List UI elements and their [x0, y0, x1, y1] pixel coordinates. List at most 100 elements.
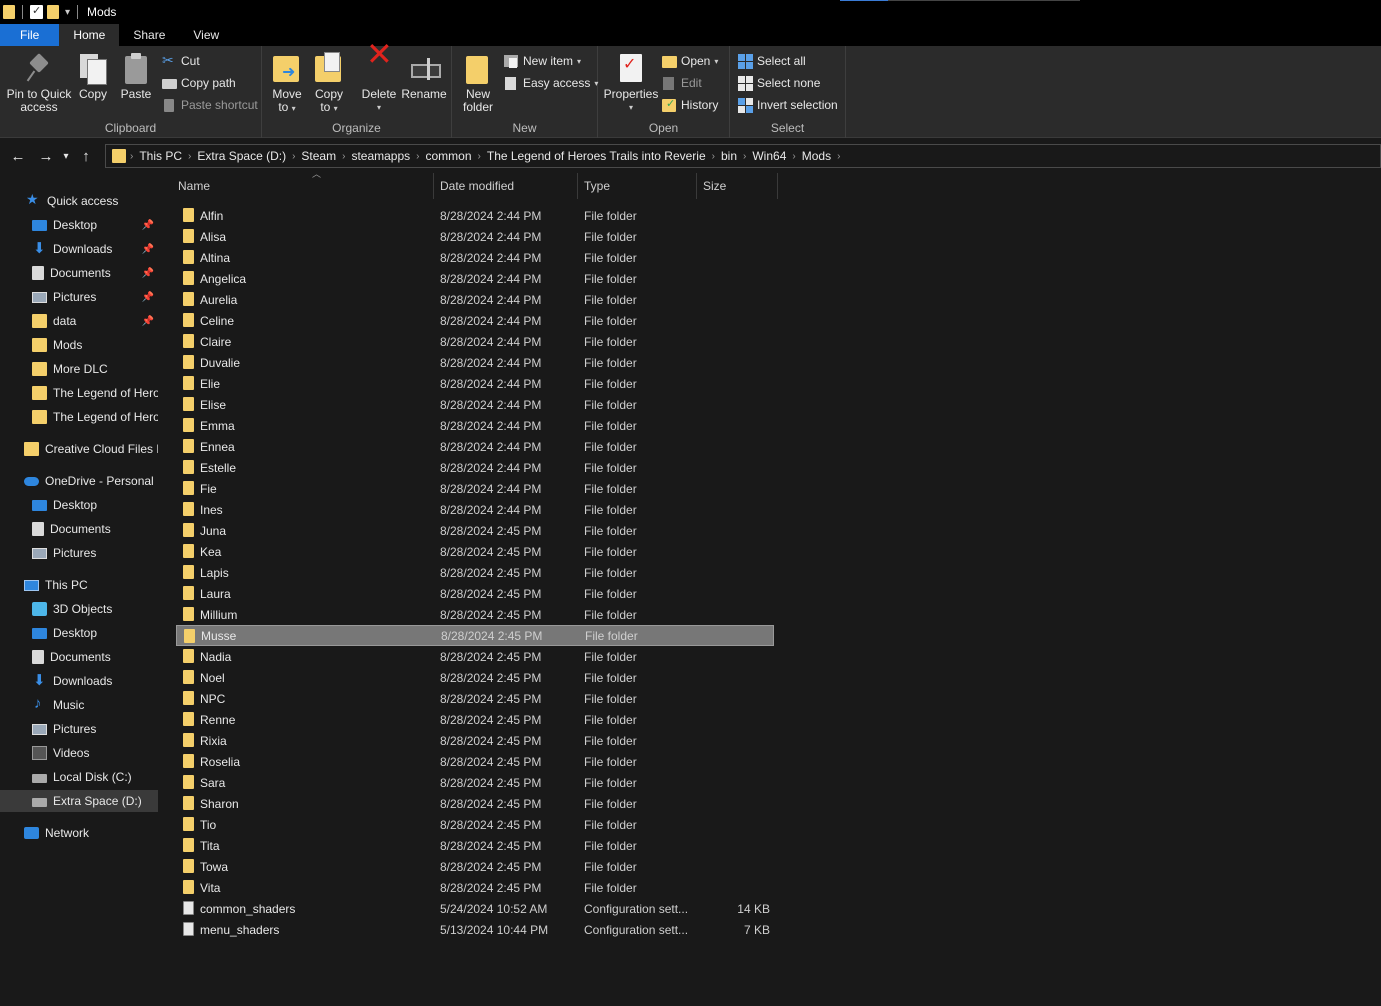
pin-to-quick-access-button[interactable]: Pin to Quick access: [6, 52, 72, 114]
copy-to-button[interactable]: Copy to ▾: [312, 52, 346, 115]
sidebar-item-extra-space-d[interactable]: Extra Space (D:): [0, 790, 158, 812]
file-row[interactable]: Towa 8/28/2024 2:45 PM File folder: [176, 856, 774, 877]
sidebar-item-pc-downloads[interactable]: Downloads: [0, 670, 158, 692]
sidebar-item-creative-cloud[interactable]: Creative Cloud Files P: [0, 438, 158, 460]
file-row[interactable]: Kea 8/28/2024 2:45 PM File folder: [176, 541, 774, 562]
sidebar-item-desktop[interactable]: Desktop 📌: [0, 214, 158, 236]
pin-icon[interactable]: 📌: [142, 220, 154, 231]
breadcrumb-bin[interactable]: bin: [715, 149, 743, 163]
breadcrumb-chevron-icon[interactable]: ›: [837, 151, 840, 162]
sidebar-item-mods[interactable]: Mods: [0, 334, 158, 356]
file-row[interactable]: Rixia 8/28/2024 2:45 PM File folder: [176, 730, 774, 751]
history-button[interactable]: History: [662, 96, 718, 114]
breadcrumb-steam[interactable]: Steam: [295, 149, 342, 163]
file-row[interactable]: Juna 8/28/2024 2:45 PM File folder: [176, 520, 774, 541]
sidebar-item-pictures[interactable]: Pictures 📌: [0, 286, 158, 308]
file-row[interactable]: Ennea 8/28/2024 2:44 PM File folder: [176, 436, 774, 457]
file-row[interactable]: Tita 8/28/2024 2:45 PM File folder: [176, 835, 774, 856]
copy-path-button[interactable]: Copy path: [162, 74, 236, 92]
properties-quick-icon[interactable]: [30, 4, 43, 19]
pin-icon[interactable]: 📌: [142, 244, 154, 255]
edit-button[interactable]: Edit: [662, 74, 702, 92]
recent-locations-chevron-icon[interactable]: ▾: [60, 151, 72, 162]
tab-file[interactable]: File: [0, 24, 60, 46]
sidebar-item-legend-of-heroes-1[interactable]: The Legend of Hero: [0, 382, 158, 404]
forward-arrow-icon[interactable]: →: [32, 148, 60, 165]
select-none-button[interactable]: Select none: [738, 74, 820, 92]
sidebar-item-onedrive-desktop[interactable]: Desktop: [0, 494, 158, 516]
breadcrumb-win64[interactable]: Win64: [746, 149, 792, 163]
tab-share[interactable]: Share: [119, 24, 179, 46]
file-row[interactable]: Aurelia 8/28/2024 2:44 PM File folder: [176, 289, 774, 310]
rename-button[interactable]: Rename: [401, 52, 447, 101]
paste-shortcut-button[interactable]: Paste shortcut: [162, 96, 258, 114]
file-row[interactable]: Musse 8/28/2024 2:45 PM File folder: [176, 625, 774, 646]
column-header-date[interactable]: Date modified: [434, 173, 578, 199]
new-folder-quick-icon[interactable]: [47, 5, 59, 19]
pin-icon[interactable]: 📌: [142, 292, 154, 303]
file-row[interactable]: Laura 8/28/2024 2:45 PM File folder: [176, 583, 774, 604]
breadcrumb-mods[interactable]: Mods: [796, 149, 837, 163]
file-row[interactable]: Duvalie 8/28/2024 2:44 PM File folder: [176, 352, 774, 373]
sidebar-item-downloads[interactable]: Downloads 📌: [0, 238, 158, 260]
sidebar-item-data[interactable]: data 📌: [0, 310, 158, 332]
open-button[interactable]: Open ▾: [662, 52, 718, 70]
properties-button[interactable]: Properties ▾: [604, 52, 658, 114]
sidebar-item-onedrive-pictures[interactable]: Pictures: [0, 542, 158, 564]
customize-toolbar-chevron-icon[interactable]: ▾: [65, 7, 70, 18]
move-to-button[interactable]: Move to ▾: [270, 52, 304, 115]
pin-icon[interactable]: 📌: [142, 316, 154, 327]
file-row[interactable]: Tio 8/28/2024 2:45 PM File folder: [176, 814, 774, 835]
file-row[interactable]: Sara 8/28/2024 2:45 PM File folder: [176, 772, 774, 793]
file-row[interactable]: common_shaders 5/24/2024 10:52 AM Configur…: [176, 898, 774, 919]
file-row[interactable]: Vita 8/28/2024 2:45 PM File folder: [176, 877, 774, 898]
sidebar-item-onedrive[interactable]: OneDrive - Personal: [0, 470, 158, 492]
sidebar-item-pc-documents[interactable]: Documents: [0, 646, 158, 668]
file-row[interactable]: Elie 8/28/2024 2:44 PM File folder: [176, 373, 774, 394]
address-bar[interactable]: › This PC › Extra Space (D:) › Steam › s…: [105, 144, 1381, 168]
file-row[interactable]: Nadia 8/28/2024 2:45 PM File folder: [176, 646, 774, 667]
file-row[interactable]: Celine 8/28/2024 2:44 PM File folder: [176, 310, 774, 331]
paste-button[interactable]: Paste: [118, 52, 154, 101]
breadcrumb-steamapps[interactable]: steamapps: [345, 149, 416, 163]
file-row[interactable]: Renne 8/28/2024 2:45 PM File folder: [176, 709, 774, 730]
select-all-button[interactable]: Select all: [738, 52, 806, 70]
easy-access-button[interactable]: Easy access ▾: [504, 74, 598, 92]
column-header-type[interactable]: Type: [578, 173, 697, 199]
back-arrow-icon[interactable]: ←: [4, 148, 32, 165]
file-row[interactable]: Estelle 8/28/2024 2:44 PM File folder: [176, 457, 774, 478]
tab-home[interactable]: Home: [59, 24, 120, 46]
sidebar-item-this-pc[interactable]: This PC: [0, 574, 158, 596]
file-row[interactable]: Alisa 8/28/2024 2:44 PM File folder: [176, 226, 774, 247]
invert-selection-button[interactable]: Invert selection: [738, 96, 838, 114]
file-row[interactable]: Ines 8/28/2024 2:44 PM File folder: [176, 499, 774, 520]
tab-view[interactable]: View: [179, 24, 233, 46]
sidebar-item-network[interactable]: Network: [0, 822, 158, 844]
file-row[interactable]: Altina 8/28/2024 2:44 PM File folder: [176, 247, 774, 268]
breadcrumb-game[interactable]: The Legend of Heroes Trails into Reverie: [481, 149, 712, 163]
file-row[interactable]: Fie 8/28/2024 2:44 PM File folder: [176, 478, 774, 499]
copy-button[interactable]: Copy: [76, 52, 110, 101]
cut-button[interactable]: Cut: [162, 52, 200, 70]
file-row[interactable]: Claire 8/28/2024 2:44 PM File folder: [176, 331, 774, 352]
sidebar-item-legend-of-heroes-2[interactable]: The Legend of Hero: [0, 406, 158, 428]
file-row[interactable]: Elise 8/28/2024 2:44 PM File folder: [176, 394, 774, 415]
new-item-button[interactable]: New item ▾: [504, 52, 581, 70]
sidebar-item-more-dlc[interactable]: More DLC: [0, 358, 158, 380]
file-row[interactable]: Sharon 8/28/2024 2:45 PM File folder: [176, 793, 774, 814]
breadcrumb-common[interactable]: common: [420, 149, 478, 163]
sidebar-item-pc-pictures[interactable]: Pictures: [0, 718, 158, 740]
sidebar-item-quick-access[interactable]: Quick access: [0, 190, 158, 212]
file-row[interactable]: Emma 8/28/2024 2:44 PM File folder: [176, 415, 774, 436]
column-header-size[interactable]: Size: [697, 173, 778, 199]
file-row[interactable]: Roselia 8/28/2024 2:45 PM File folder: [176, 751, 774, 772]
column-header-name[interactable]: Name ︿: [172, 169, 434, 199]
sidebar-item-videos[interactable]: Videos: [0, 742, 158, 764]
up-arrow-icon[interactable]: ↑: [72, 148, 100, 165]
new-folder-button[interactable]: New folder: [460, 52, 496, 114]
file-row[interactable]: Millium 8/28/2024 2:45 PM File folder: [176, 604, 774, 625]
pin-icon[interactable]: 📌: [142, 268, 154, 279]
breadcrumb-extra-space[interactable]: Extra Space (D:): [191, 149, 292, 163]
file-row[interactable]: NPC 8/28/2024 2:45 PM File folder: [176, 688, 774, 709]
sidebar-item-music[interactable]: Music: [0, 694, 158, 716]
